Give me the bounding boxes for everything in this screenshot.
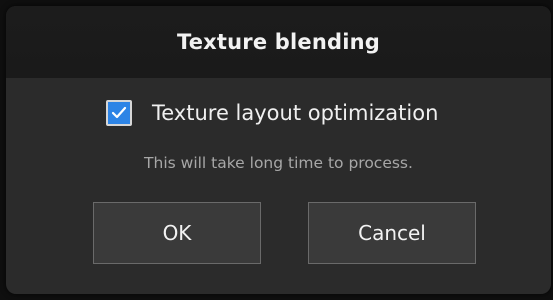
texture-layout-optimization-option[interactable]: Texture layout optimization (106, 100, 438, 126)
dialog-title: Texture blending (176, 30, 381, 54)
ok-button[interactable]: OK (93, 202, 261, 264)
processing-note: This will take long time to process. (144, 154, 413, 172)
cancel-button[interactable]: Cancel (308, 202, 476, 264)
checkbox-label: Texture layout optimization (152, 101, 439, 125)
checkmark-icon (111, 106, 127, 119)
texture-blending-dialog: Texture blending Texture layout optimiza… (6, 6, 551, 294)
texture-layout-optimization-checkbox[interactable] (106, 100, 132, 126)
dialog-titlebar: Texture blending (6, 6, 551, 78)
